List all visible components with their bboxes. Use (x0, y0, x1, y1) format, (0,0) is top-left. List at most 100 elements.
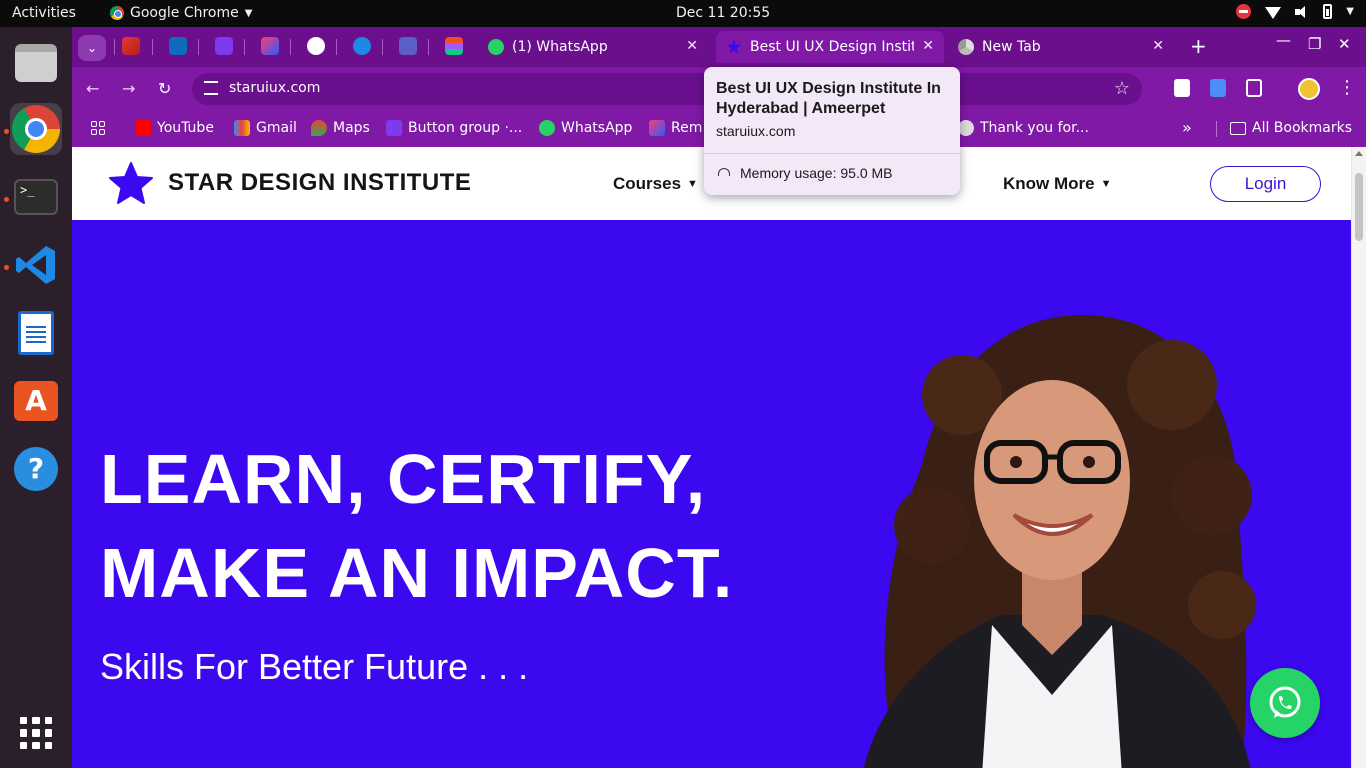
divider (382, 39, 383, 55)
help-icon: ? (14, 447, 58, 491)
whatsapp-chat-button[interactable] (1250, 668, 1320, 738)
nav-know-more[interactable]: Know More ▼ (1003, 174, 1112, 194)
bookmark-gmail[interactable]: Gmail (234, 120, 297, 136)
back-button[interactable]: ← (86, 79, 99, 98)
pinned-tab-k-icon[interactable] (353, 37, 371, 55)
divider (428, 39, 429, 55)
all-bookmarks-button[interactable]: All Bookmarks (1230, 120, 1352, 136)
more-bookmarks-chevron-icon[interactable]: » (1182, 118, 1192, 137)
bookmark-maps[interactable]: Maps (311, 120, 370, 136)
tab-hover-card: Best UI UX Design Institute In Hyderabad… (704, 67, 960, 195)
running-indicator (4, 265, 9, 270)
dock-app-center[interactable]: A (10, 375, 62, 427)
scroll-thumb[interactable] (1355, 173, 1363, 241)
app-store-icon: A (14, 381, 58, 421)
hover-card-title: Best UI UX Design Institute In Hyderabad… (716, 80, 941, 117)
divider (290, 39, 291, 55)
show-apps-button[interactable] (10, 707, 62, 759)
headline-line-1: LEARN, CERTIFY, (100, 440, 707, 518)
app-menu[interactable]: Google Chrome ▼ (110, 5, 252, 21)
nav-courses[interactable]: Courses ▼ (613, 174, 698, 194)
chrome-icon (958, 39, 974, 55)
chrome-icon (110, 6, 124, 20)
extension-docs-icon[interactable] (1210, 79, 1226, 97)
close-icon[interactable]: ✕ (922, 38, 934, 54)
new-tab-button[interactable]: + (1190, 34, 1207, 58)
tab-new-tab[interactable]: New Tab ✕ (948, 31, 1174, 63)
address-bar[interactable]: staruiux.com ☆ (192, 73, 1142, 105)
dock-terminal[interactable]: >_ (10, 171, 62, 223)
dock-help[interactable]: ? (10, 443, 62, 495)
chevron-down-icon: ⌄ (86, 41, 98, 55)
pinned-tab-flag-icon[interactable] (261, 37, 279, 55)
close-window-button[interactable]: ✕ (1338, 35, 1351, 53)
brand-name[interactable]: STAR DESIGN INSTITUTE (168, 169, 471, 197)
vscode-icon (16, 246, 55, 284)
headline-line-2: MAKE AN IMPACT. (100, 534, 734, 612)
dock-vscode[interactable] (10, 239, 62, 291)
hero-woman-image (863, 315, 1256, 768)
dock-files[interactable] (10, 37, 62, 89)
wifi-icon[interactable] (1265, 6, 1282, 19)
forward-button[interactable]: → (122, 79, 135, 98)
maximize-button[interactable]: ❐ (1308, 35, 1321, 53)
pinned-tab-outlook-icon[interactable] (169, 37, 187, 55)
minimize-button[interactable]: — (1276, 31, 1291, 49)
divider (152, 39, 153, 55)
dock-chrome[interactable] (10, 103, 62, 155)
menu-kebab-icon[interactable]: ⋮ (1338, 77, 1356, 98)
bookmark-star-icon[interactable]: ☆ (1114, 78, 1130, 99)
battery-icon[interactable] (1323, 4, 1333, 19)
close-icon[interactable]: ✕ (686, 38, 698, 54)
bookmark-rem[interactable]: Rem (649, 120, 702, 136)
bookmark-button-group[interactable]: Button group ·... (386, 120, 522, 136)
bookmark-thank-you[interactable]: Thank you for... (958, 120, 1089, 136)
bookmark-label: Button group ·... (408, 120, 523, 136)
caret-down-icon[interactable]: ▼ (1346, 6, 1354, 17)
close-icon[interactable]: ✕ (1152, 38, 1164, 54)
apps-grid-icon[interactable] (91, 121, 105, 135)
hero-tagline: Skills For Better Future . . . (100, 646, 529, 687)
pinned-tab-adobe-icon[interactable] (122, 37, 140, 55)
dock-writer[interactable] (10, 307, 62, 359)
activities-button[interactable]: Activities (12, 5, 76, 21)
chevron-down-icon: ▼ (687, 178, 698, 190)
url-text[interactable]: staruiux.com (229, 80, 320, 96)
system-tray[interactable]: ▼ (1236, 4, 1354, 19)
extensions-puzzle-icon[interactable] (1246, 79, 1262, 97)
divider (1216, 121, 1217, 137)
hover-card-memory: Memory usage: 95.0 MB (740, 165, 893, 181)
pinned-tab-bootstrap-icon[interactable] (215, 37, 233, 55)
reload-button[interactable]: ↻ (158, 79, 171, 98)
tab-search-button[interactable]: ⌄ (78, 35, 106, 61)
do-not-disturb-icon[interactable] (1236, 4, 1252, 19)
page-scrollbar[interactable] (1351, 147, 1366, 768)
bookmark-label: Maps (333, 120, 370, 136)
running-indicator (4, 197, 9, 202)
chrome-icon (12, 105, 60, 153)
star-logo-icon[interactable] (108, 161, 154, 205)
extension-text-icon[interactable] (1174, 79, 1190, 97)
pinned-tab-figma-icon[interactable] (445, 37, 463, 55)
tab-staruiux[interactable]: Best UI UX Design Institu ✕ (716, 31, 944, 63)
bookmark-whatsapp[interactable]: WhatsApp (539, 120, 632, 136)
bookmark-youtube[interactable]: YouTube (135, 120, 214, 136)
tab-whatsapp[interactable]: (1) WhatsApp ✕ (478, 31, 708, 63)
bookmark-label: YouTube (157, 120, 214, 136)
bookmark-label: WhatsApp (561, 120, 633, 136)
site-info-icon[interactable] (204, 81, 218, 95)
whatsapp-icon (488, 39, 504, 55)
tab-title: Best UI UX Design Institu (750, 39, 914, 55)
terminal-icon: >_ (14, 179, 58, 215)
flag-icon (649, 120, 665, 136)
volume-icon[interactable] (1295, 5, 1309, 19)
hover-card-url: staruiux.com (716, 123, 796, 139)
pinned-tab-chatgpt-icon[interactable] (307, 37, 325, 55)
dock: >_ A ? (0, 27, 72, 768)
login-button[interactable]: Login (1210, 166, 1321, 202)
profile-avatar[interactable] (1298, 78, 1320, 100)
clock[interactable]: Dec 11 20:55 (676, 5, 770, 21)
chrome-icon (958, 120, 974, 136)
pinned-tab-teams-icon[interactable] (399, 37, 417, 55)
scroll-up-arrow-icon[interactable] (1355, 151, 1363, 156)
